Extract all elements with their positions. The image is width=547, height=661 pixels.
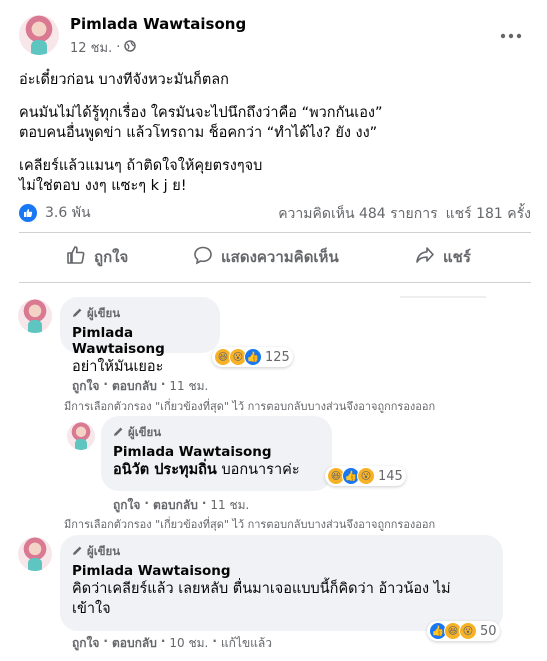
comment-actions: ถูกใจ · ตอบกลับ · 11 ชม. [113, 496, 249, 515]
comment-like-link[interactable]: ถูกใจ [72, 377, 99, 396]
comment-like-link[interactable]: ถูกใจ [113, 496, 140, 515]
author-avatar[interactable] [19, 15, 59, 55]
engagement-counts: ความคิดเห็น 484 รายการ แชร์ 181 ครั้ง [278, 203, 531, 225]
edited-label: แก้ไขแล้ว [220, 636, 272, 650]
share-label: แชร์ [443, 248, 471, 266]
comment-like-link[interactable]: ถูกใจ [72, 634, 99, 653]
wow-icon: 😮 [459, 622, 477, 640]
comment-sort-chevron-icon[interactable] [400, 286, 486, 305]
post-time[interactable]: 12 ชม. [70, 37, 112, 58]
comment-reactions[interactable]: 😆 👍 😮 145 [325, 466, 406, 486]
comment-bubble: ผู้เขียน Pimlada Wawtaisong อนิวัต ประทุ… [101, 416, 332, 491]
shares-count[interactable]: แชร์ 181 ครั้ง [446, 203, 531, 225]
like-label: ถูกใจ [94, 248, 129, 266]
comments-count[interactable]: ความคิดเห็น 484 รายการ [278, 203, 437, 225]
comment-time[interactable]: 10 ชม. [169, 634, 208, 653]
thumbs-up-icon [66, 245, 86, 269]
filter-note: มีการเลือกตัวกรอง "เกี่ยวข้องที่สุด" ไว้… [64, 518, 436, 531]
post-line: อ่ะเดี๋ยวก่อน บางทีจังหวะมันก็ตลก [19, 72, 229, 88]
stats-divider [19, 232, 531, 233]
comment-reactions[interactable]: 👍 😆 😮 50 [427, 621, 500, 641]
reaction-count: 145 [378, 468, 403, 484]
comment-actions: ถูกใจ · ตอบกลับ · 11 ชม. [72, 377, 208, 396]
comment-bubble: ผู้เขียน Pimlada Wawtaisong อย่าให้มันเย… [60, 297, 220, 375]
comment-time[interactable]: 11 ชม. [169, 377, 208, 396]
comment-reply-link[interactable]: ตอบกลับ [112, 634, 157, 653]
commenter-avatar[interactable] [18, 299, 52, 333]
comment-text-body: บอกนาราค่ะ [221, 462, 300, 478]
pencil-icon [72, 307, 83, 321]
comment-reply-link[interactable]: ตอบกลับ [153, 496, 198, 515]
mention-link[interactable]: อนิวัต ประทุมถิ่น [113, 462, 217, 478]
comment-time[interactable]: 11 ชม. [210, 496, 249, 515]
comment-text: คิดว่าเคลียร์แล้ว เลยหลับ ตื่นมาเจอแบบนี… [72, 581, 451, 617]
author-badge-label: ผู้เขียน [128, 425, 162, 439]
post-line: ไม่ใช่ตอบ งงๆ แซะๆ k j ย! [19, 178, 187, 194]
author-badge-label: ผู้เขียน [87, 306, 121, 320]
like-reaction-icon [19, 204, 37, 222]
reaction-count: 3.6 พัน [45, 205, 91, 221]
commenter-avatar[interactable] [67, 422, 95, 450]
reaction-count: 125 [265, 349, 290, 365]
comment-text: อย่าให้มันเยอะ [72, 359, 164, 375]
author-badge-label: ผู้เขียน [87, 544, 121, 558]
pencil-icon [113, 426, 124, 440]
comment-reply-link[interactable]: ตอบกลับ [112, 377, 157, 396]
globe-icon [124, 39, 137, 56]
comment-bubble-icon [193, 245, 213, 269]
comment-reactions[interactable]: 😆 😮 👍 125 [212, 347, 293, 367]
comment-label: แสดงความคิดเห็น [221, 248, 339, 266]
comment-author-name[interactable]: Pimlada Wawtaisong [113, 444, 320, 460]
reaction-count: 50 [480, 623, 497, 639]
author-badge: ผู้เขียน [113, 424, 320, 442]
filter-note: มีการเลือกตัวกรอง "เกี่ยวข้องที่สุด" ไว้… [64, 400, 436, 413]
comment-button[interactable]: แสดงความคิดเห็น [193, 245, 339, 269]
commenter-avatar[interactable] [18, 537, 52, 571]
pencil-icon [72, 545, 83, 559]
post-line: ตอบคนอื่นพูดข่า แล้วโทรถาม ช็อคกว่า “ทำไ… [19, 125, 378, 141]
author-badge: ผู้เขียน [72, 543, 491, 561]
wow-icon: 😮 [357, 467, 375, 485]
comment-author-name[interactable]: Pimlada Wawtaisong [72, 325, 208, 357]
post-meta: 12 ชม. · [70, 37, 137, 58]
share-button[interactable]: แชร์ [415, 245, 471, 269]
meta-dot: · [116, 40, 121, 55]
post-line: คนมันไม่ได้รู้ทุกเรื่อง ใครมันจะไปนึกถึง… [19, 105, 383, 121]
author-name[interactable]: Pimlada Wawtaisong [70, 15, 246, 33]
comment-text: อนิวัต ประทุมถิ่น บอกนาราค่ะ [113, 460, 320, 480]
more-options-icon[interactable] [500, 24, 522, 43]
comment-actions: ถูกใจ · ตอบกลับ · 10 ชม. · แก้ไขแล้ว [72, 634, 272, 653]
post-line: เคลียร์แล้วแมนๆ ถ้าติดใจให้คุยตรงๆจบ [19, 158, 263, 174]
post-body: อ่ะเดี๋ยวก่อน บางทีจังหวะมันก็ตลก คนมันไ… [19, 70, 529, 196]
actions-divider [19, 282, 531, 283]
share-arrow-icon [415, 245, 435, 269]
reaction-summary[interactable]: 3.6 พัน [19, 202, 91, 224]
comment-bubble: ผู้เขียน Pimlada Wawtaisong คิดว่าเคลียร… [60, 535, 503, 631]
like-reaction-icon: 👍 [244, 348, 262, 366]
like-button[interactable]: ถูกใจ [66, 245, 128, 269]
author-badge: ผู้เขียน [72, 305, 208, 323]
comment-author-name[interactable]: Pimlada Wawtaisong [72, 563, 491, 579]
